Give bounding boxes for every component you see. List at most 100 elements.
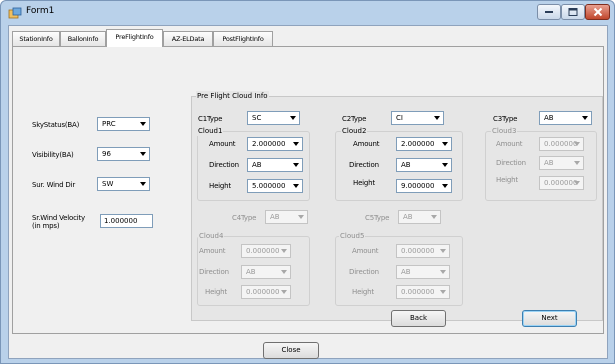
c5-direction-label: Direction [349, 268, 379, 276]
c5-amount-label: Amount [352, 247, 379, 255]
c4-type-label: C4Type [232, 214, 257, 222]
c5-type-value: AB [403, 213, 413, 221]
c4-direction-label: Direction [199, 268, 229, 276]
c2-type-select[interactable]: CI [391, 111, 444, 125]
visibility-label: Visibility(BA) [32, 151, 74, 159]
cloud5-caption: Cloud5 [339, 231, 366, 241]
chevron-down-icon [442, 142, 448, 146]
c4-height-label: Height [205, 288, 227, 296]
c1-direction-value: AB [252, 161, 262, 169]
chevron-down-icon [293, 163, 299, 167]
c5-height-select[interactable]: 0.000000 [396, 285, 450, 299]
c2-height-select[interactable]: 9.000000 [396, 179, 452, 193]
c4-direction-select[interactable]: AB [241, 265, 291, 279]
c1-amount-label: Amount [209, 140, 236, 148]
chevron-down-icon [442, 163, 448, 167]
c5-height-label: Height [352, 288, 374, 296]
minimize-button[interactable] [537, 4, 561, 20]
c2-type-value: CI [396, 114, 403, 122]
c1-amount-select[interactable]: 2.000000 [247, 137, 303, 151]
c3-direction-select[interactable]: AB [539, 156, 584, 170]
c2-height-label: Height [353, 179, 375, 187]
cloud3-caption: Cloud3 [491, 126, 518, 136]
cloud4-caption: Cloud4 [198, 231, 225, 241]
chevron-down-icon [281, 249, 287, 253]
c1-type-label: C1Type [198, 115, 223, 123]
chevron-down-icon [582, 116, 588, 120]
chevron-down-icon [140, 122, 146, 126]
c4-amount-label: Amount [199, 247, 226, 255]
visibility-value: 96 [102, 150, 111, 158]
c5-amount-value: 0.000000 [401, 247, 435, 255]
sky-status-select[interactable]: PRC [97, 117, 150, 131]
client-area: StationInfo BallonInfo PreFlightInfo AZ-… [8, 25, 608, 359]
wind-dir-label: Sur. Wind Dir [32, 181, 75, 189]
chevron-down-icon [293, 184, 299, 188]
tab-azeldata[interactable]: AZ-ELData [163, 31, 213, 46]
c4-type-select[interactable]: AB [265, 210, 308, 224]
c5-amount-select[interactable]: 0.000000 [396, 244, 450, 258]
wind-velocity-input[interactable]: 1.000000 [100, 214, 153, 228]
cloud-info-title: Pre Flight Cloud Info [196, 91, 269, 101]
app-icon [8, 7, 22, 19]
c1-height-select[interactable]: 5.000000 [247, 179, 303, 193]
c3-type-value: AB [544, 114, 554, 122]
app-window: Form1 StationInfo BallonInfo PreFlightIn… [0, 0, 615, 364]
close-button[interactable]: Close [263, 342, 319, 359]
c4-height-select[interactable]: 0.000000 [241, 285, 291, 299]
c5-type-select[interactable]: AB [398, 210, 441, 224]
window-title: Form1 [26, 6, 55, 16]
chevron-down-icon [574, 161, 580, 165]
c1-direction-label: Direction [209, 161, 239, 169]
c3-height-select[interactable]: 0.000000 [539, 176, 584, 190]
cloud2-group: Cloud2 Amount 2.000000 Direction AB Heig… [335, 126, 463, 201]
c2-amount-label: Amount [353, 140, 380, 148]
c1-direction-select[interactable]: AB [247, 158, 303, 172]
c2-direction-select[interactable]: AB [396, 158, 452, 172]
wind-dir-select[interactable]: SW [97, 177, 150, 191]
c3-type-label: C3Type [493, 115, 518, 123]
c3-amount-label: Amount [496, 140, 523, 148]
next-button[interactable]: Next [522, 310, 577, 327]
c1-type-select[interactable]: SC [247, 111, 300, 125]
chevron-down-icon [434, 116, 440, 120]
c3-type-select[interactable]: AB [539, 111, 592, 125]
cloud1-group: Cloud1 Amount 2.000000 Direction AB Heig… [197, 126, 310, 201]
tab-stationinfo[interactable]: StationInfo [12, 31, 60, 46]
chevron-down-icon [440, 290, 446, 294]
visibility-select[interactable]: 96 [97, 147, 150, 161]
c1-amount-value: 2.000000 [252, 140, 286, 148]
cloud-info-panel: Pre Flight Cloud Info C1Type SC Cloud1 A… [191, 91, 603, 321]
close-window-button[interactable] [585, 4, 610, 20]
c4-amount-select[interactable]: 0.000000 [241, 244, 291, 258]
c2-type-label: C2Type [342, 115, 367, 123]
tab-postflightinfo[interactable]: PostFlightInfo [213, 31, 273, 46]
back-button[interactable]: Back [391, 310, 446, 327]
c2-amount-value: 2.000000 [401, 140, 435, 148]
c5-direction-select[interactable]: AB [396, 265, 450, 279]
c3-direction-label: Direction [496, 159, 526, 167]
c3-amount-select[interactable]: 0.000000 [539, 137, 584, 151]
tab-preflightinfo[interactable]: PreFlightInfo [106, 29, 163, 47]
c4-type-value: AB [270, 213, 280, 221]
tab-balloninfo[interactable]: BallonInfo [60, 31, 106, 46]
chevron-down-icon [440, 249, 446, 253]
c1-height-label: Height [209, 182, 231, 190]
c2-amount-select[interactable]: 2.000000 [396, 137, 452, 151]
c4-direction-value: AB [246, 268, 256, 276]
cloud2-caption: Cloud2 [341, 126, 368, 136]
title-bar[interactable]: Form1 [1, 1, 614, 25]
c3-amount-value: 0.000000 [544, 140, 578, 148]
chevron-down-icon [281, 270, 287, 274]
c5-direction-value: AB [401, 268, 411, 276]
c2-height-value: 9.000000 [401, 182, 435, 190]
preflightinfo-tab-page: SkyStatus(BA) PRC Visibility(BA) 96 Sur.… [12, 46, 604, 334]
chevron-down-icon [574, 142, 580, 146]
c5-type-label: C5Type [365, 214, 390, 222]
c1-type-value: SC [252, 114, 262, 122]
maximize-button[interactable] [561, 4, 585, 20]
close-icon [593, 7, 602, 17]
chevron-down-icon [281, 290, 287, 294]
chevron-down-icon [431, 215, 437, 219]
chevron-down-icon [442, 184, 448, 188]
